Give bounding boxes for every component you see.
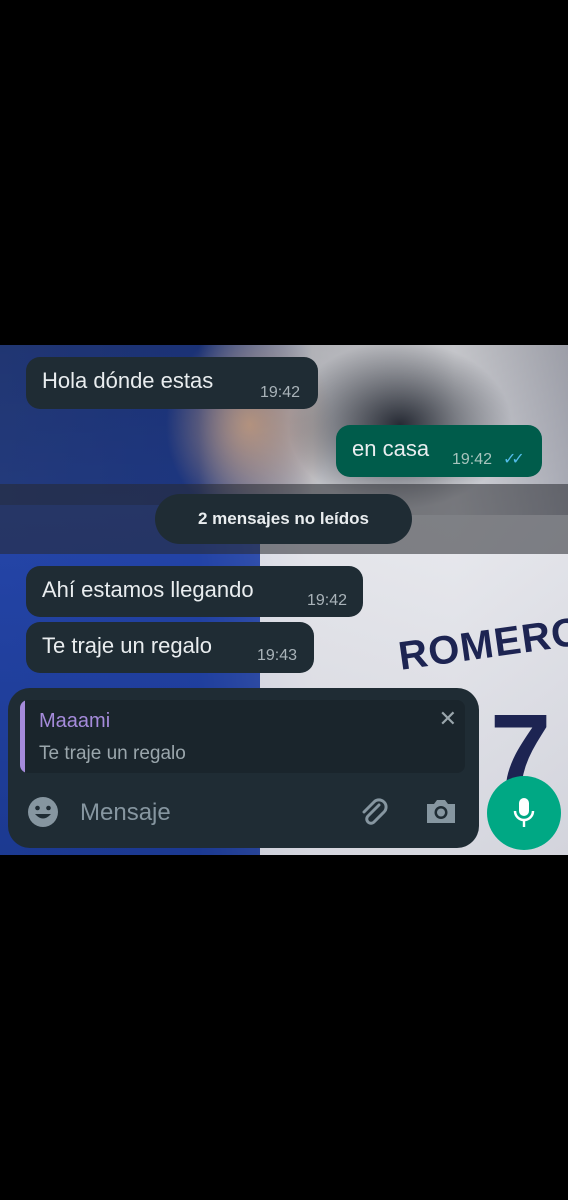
message-text: en casa (352, 436, 430, 461)
camera-icon[interactable] (424, 796, 458, 826)
reply-quoted-text: Te traje un regalo (39, 743, 186, 764)
paperclip-icon[interactable] (356, 794, 390, 828)
mic-button[interactable] (487, 776, 561, 850)
unread-banner: 2 mensajes no leídos (155, 494, 412, 544)
message-composer: Maaami Te traje un regalo ✕ (8, 688, 479, 848)
mic-icon (513, 798, 535, 827)
reply-accent-bar (20, 700, 25, 773)
message-incoming[interactable]: Ahí estamos llegando 19:42 (26, 566, 363, 617)
message-incoming[interactable]: Te traje un regalo 19:43 (26, 622, 314, 673)
close-icon[interactable]: ✕ (439, 706, 457, 732)
message-text: Hola dónde estas (42, 368, 214, 393)
message-text: Te traje un regalo (42, 633, 212, 658)
message-incoming[interactable]: Hola dónde estas 19:42 (26, 357, 318, 409)
reply-preview[interactable]: Maaami Te traje un regalo ✕ (20, 700, 465, 773)
message-time: 19:42 (260, 384, 301, 401)
message-time: 19:42 (307, 592, 348, 609)
message-time: 19:42 (452, 451, 493, 468)
message-input[interactable] (78, 792, 342, 834)
message-outgoing[interactable]: en casa 19:42 ✓✓ (336, 425, 542, 477)
read-ticks-icon: ✓✓ (503, 451, 525, 468)
message-text: Ahí estamos llegando (42, 577, 254, 602)
emoji-icon[interactable] (26, 795, 60, 829)
reply-sender: Maaami (39, 710, 111, 732)
message-time: 19:43 (257, 647, 298, 664)
